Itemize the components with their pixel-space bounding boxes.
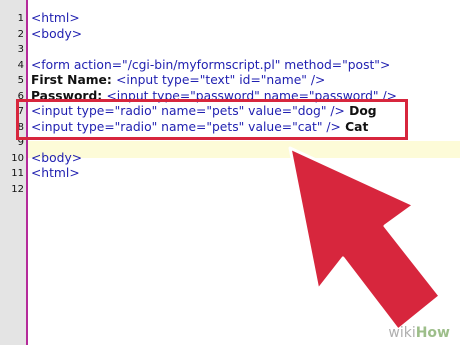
red-arrow-icon [288,146,442,332]
wikihow-watermark: wikiHow [388,325,450,341]
watermark-suffix: How [415,325,450,341]
watermark-prefix: wiki [388,325,416,341]
code-editor[interactable]: 1 <html> 2 <body> 3 4 <form action="/cgi-bin/m… [0,0,460,345]
